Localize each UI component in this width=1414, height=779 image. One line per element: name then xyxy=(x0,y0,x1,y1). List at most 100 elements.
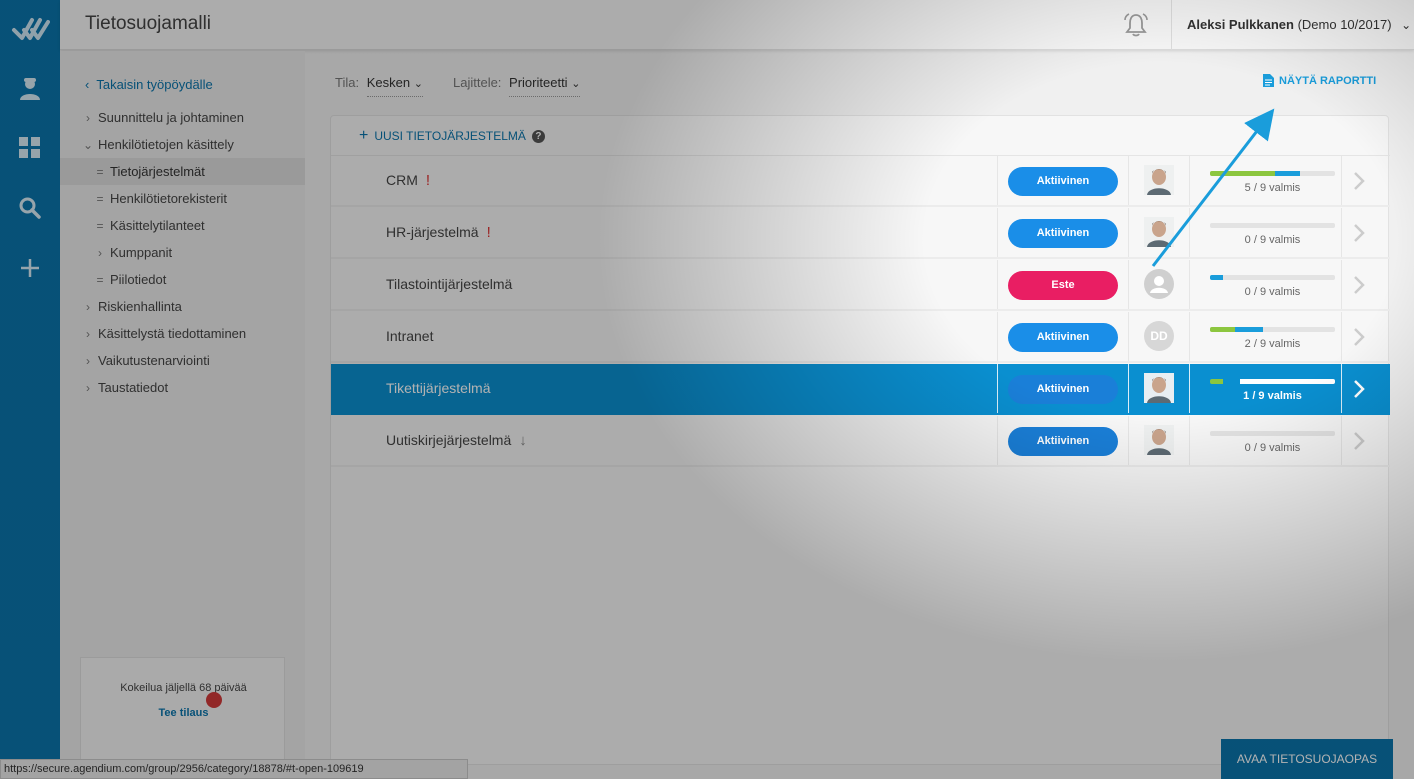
divider xyxy=(1128,156,1129,205)
sidebar-nav: › Suunnittelu ja johtaminen ⌄ Henkilötietoj… xyxy=(60,104,305,401)
avatar[interactable]: DD xyxy=(1144,321,1174,351)
chevron-right-icon[interactable] xyxy=(1352,327,1366,347)
progress-green xyxy=(1210,171,1275,176)
system-name: Tilastointijärjestelmä xyxy=(386,260,512,309)
chevron-right-icon[interactable] xyxy=(1352,171,1366,191)
dashboard-icon[interactable] xyxy=(15,133,45,163)
chevron-down-icon: ⌄ xyxy=(82,138,94,152)
sidebar-item-label: Kumppanit xyxy=(110,245,173,260)
subscribe-link[interactable]: Tee tilaus xyxy=(81,707,286,719)
help-icon[interactable]: ? xyxy=(531,129,545,143)
back-label: Takaisin työpöydälle xyxy=(96,77,213,92)
plus-icon[interactable] xyxy=(15,253,45,283)
avatar[interactable] xyxy=(1144,217,1174,247)
divider xyxy=(1128,312,1129,361)
sidebar-item[interactable]: ⌄ Henkilötietojen käsittely xyxy=(60,131,305,158)
progress-green xyxy=(1210,379,1223,384)
system-name: HR-järjestelmä! xyxy=(386,208,491,257)
trial-text: Kokeilua jäljellä 68 päivää xyxy=(120,682,247,694)
progress-text: 0 / 9 valmis xyxy=(1244,442,1301,454)
divider xyxy=(1341,312,1342,361)
progress-text: 2 / 9 valmis xyxy=(1244,338,1301,350)
system-name-text: Uutiskirjejärjestelmä xyxy=(386,432,512,448)
divider xyxy=(997,416,998,465)
system-row[interactable]: Tilastointijärjestelmä Este 0 / 9 valmis xyxy=(331,260,1390,311)
sidebar-item[interactable]: = Tietojärjestelmät xyxy=(60,158,305,185)
sidebar-item-label: Käsittelytilanteet xyxy=(110,218,205,233)
divider xyxy=(997,312,998,361)
sidebar-item-label: Piilotiedot xyxy=(110,272,167,287)
system-row[interactable]: Tikettijärjestelmä Aktiivinen 1 / 9 valmis xyxy=(331,364,1390,415)
chevron-right-icon[interactable] xyxy=(1352,223,1366,243)
sidebar-item-label: Käsittelystä tiedottaminen xyxy=(98,326,247,341)
sort-filter-select[interactable]: Prioriteetti ⌄ xyxy=(509,75,581,97)
sidebar-item[interactable]: › Käsittelystä tiedottaminen xyxy=(60,320,305,347)
open-guide-button[interactable]: AVAA TIETOSUOJAOPAS xyxy=(1221,739,1393,779)
chevron-right-icon[interactable] xyxy=(1352,431,1366,451)
divider xyxy=(1189,208,1190,257)
divider xyxy=(1341,156,1342,205)
back-to-dashboard-link[interactable]: ‹ Takaisin työpöydälle xyxy=(85,77,213,92)
add-system-button[interactable]: + UUSI TIETOJÄRJESTELMÄ ? xyxy=(359,127,545,145)
status-badge[interactable]: Aktiivinen xyxy=(1008,167,1118,196)
progress-text: 5 / 9 valmis xyxy=(1244,182,1301,194)
divider xyxy=(1341,260,1342,309)
system-name-text: Intranet xyxy=(386,328,434,344)
cursor-dot xyxy=(206,692,222,708)
sidebar-item[interactable]: › Vaikutustenarviointi xyxy=(60,347,305,374)
progress-bar xyxy=(1210,223,1335,228)
sidebar-item[interactable]: › Taustatiedot xyxy=(60,374,305,401)
system-row[interactable]: HR-järjestelmä! Aktiivinen 0 / 9 valmis xyxy=(331,208,1390,259)
divider xyxy=(1189,364,1190,413)
sidebar-item[interactable]: › Suunnittelu ja johtaminen xyxy=(60,104,305,131)
system-row[interactable]: Intranet Aktiivinen DD 2 / 9 valmis xyxy=(331,312,1390,363)
status-badge[interactable]: Aktiivinen xyxy=(1008,375,1118,404)
status-badge[interactable]: Aktiivinen xyxy=(1008,323,1118,352)
divider xyxy=(1171,0,1172,50)
plus-icon: + xyxy=(359,127,369,144)
avatar[interactable] xyxy=(1144,373,1174,403)
divider xyxy=(1128,416,1129,465)
worker-icon[interactable] xyxy=(15,73,45,103)
top-bar: Tietosuojamalli Aleksi Pulkkanen (Demo 1… xyxy=(60,0,1414,50)
sort-filter-label: Lajittele: xyxy=(453,75,502,90)
sidebar-item[interactable]: = Henkilötietorekisterit xyxy=(60,185,305,212)
status-badge[interactable]: Aktiivinen xyxy=(1008,427,1118,456)
sidebar-item[interactable]: › Kumppanit xyxy=(60,239,305,266)
sidebar-item[interactable]: = Piilotiedot xyxy=(60,266,305,293)
avatar[interactable] xyxy=(1144,425,1174,455)
user-menu[interactable]: Aleksi Pulkkanen (Demo 10/2017) ⌄ xyxy=(1187,17,1411,32)
system-name: CRM! xyxy=(386,156,430,205)
chevron-right-icon[interactable] xyxy=(1352,275,1366,295)
page-title: Tietosuojamalli xyxy=(85,13,212,34)
sidebar-item[interactable]: › Riskienhallinta xyxy=(60,293,305,320)
show-report-button[interactable]: NÄYTÄ RAPORTTI xyxy=(1263,74,1376,87)
divider xyxy=(997,260,998,309)
system-row[interactable]: CRM! Aktiivinen 5 / 9 valmis xyxy=(331,156,1390,207)
system-row[interactable]: Uutiskirjejärjestelmä ↓ Aktiivinen 0 / 9 va… xyxy=(331,416,1390,467)
sidebar: ‹ Takaisin työpöydälle › Suunnittelu ja jo… xyxy=(60,51,305,779)
status-filter-select[interactable]: Kesken ⌄ xyxy=(366,75,423,97)
divider xyxy=(1189,416,1190,465)
sort-filter[interactable]: Lajittele: Prioriteetti ⌄ xyxy=(453,75,581,97)
list-icon: = xyxy=(96,219,104,233)
progress-blue xyxy=(1235,327,1263,332)
system-name-text: HR-järjestelmä xyxy=(386,224,479,240)
progress-green xyxy=(1210,327,1235,332)
list-icon: = xyxy=(96,165,104,179)
status-filter[interactable]: Tila: Kesken ⌄ xyxy=(335,75,423,97)
user-name: Aleksi Pulkkanen xyxy=(1187,17,1294,32)
chevron-right-icon: › xyxy=(86,381,90,395)
search-icon[interactable] xyxy=(15,193,45,223)
logo-icon[interactable] xyxy=(10,10,50,42)
chevron-right-icon: › xyxy=(98,246,102,260)
bell-icon[interactable] xyxy=(1123,12,1149,38)
status-badge[interactable]: Aktiivinen xyxy=(1008,219,1118,248)
divider xyxy=(1128,260,1129,309)
avatar[interactable] xyxy=(1144,165,1174,195)
sidebar-item[interactable]: = Käsittelytilanteet xyxy=(60,212,305,239)
progress-bar xyxy=(1210,431,1335,436)
chevron-right-icon[interactable] xyxy=(1352,379,1366,399)
avatar-placeholder[interactable] xyxy=(1144,269,1174,299)
status-badge[interactable]: Este xyxy=(1008,271,1118,300)
